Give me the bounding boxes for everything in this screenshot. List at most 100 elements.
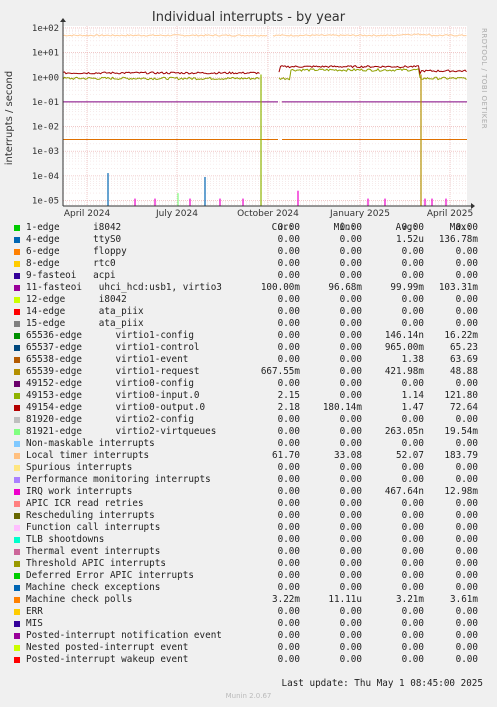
legend-label: Non-maskable interrupts — [26, 438, 155, 449]
legend-swatch — [14, 225, 20, 231]
legend-avg-value: 0.00 — [401, 534, 424, 545]
legend-swatch — [14, 297, 20, 303]
legend-min-value: 0.00 — [339, 222, 362, 233]
legend-label: ERR — [26, 606, 43, 617]
legend-min-value: 0.00 — [339, 234, 362, 245]
legend-cur-value: 0.00 — [277, 330, 300, 341]
legend-label: 65537-edge virtio1-control — [26, 342, 200, 353]
legend-swatch — [14, 321, 20, 327]
legend-min-value: 11.11u — [328, 594, 362, 605]
legend-cur-value: 0.00 — [277, 522, 300, 533]
legend-label: IRQ work interrupts — [26, 486, 133, 497]
legend-label: Nested posted-interrupt event — [26, 642, 189, 653]
x-tick-label: April 2025 — [427, 209, 473, 219]
legend-min-value: 0.00 — [339, 498, 362, 509]
legend-cur-value: 0.00 — [277, 570, 300, 581]
legend-min-value: 0.00 — [339, 342, 362, 353]
legend-min-value: 0.00 — [339, 318, 362, 329]
legend-swatch — [14, 309, 20, 315]
legend-min-value: 0.00 — [339, 378, 362, 389]
plot-area — [63, 26, 467, 206]
legend-avg-value: 0.00 — [401, 438, 424, 449]
legend-swatch — [14, 597, 20, 603]
legend-cur-value: 0.00 — [277, 294, 300, 305]
x-tick-label: July 2024 — [155, 209, 198, 219]
legend-label: 49152-edge virtio0-config — [26, 378, 194, 389]
legend-max-value: 65.23 — [450, 342, 478, 353]
legend-max-value: 3.61m — [450, 594, 478, 605]
legend-swatch — [14, 513, 20, 519]
legend-swatch — [14, 501, 20, 507]
legend-avg-value: 1.47 — [401, 402, 424, 413]
legend-swatch — [14, 333, 20, 339]
legend-label: 65538-edge virtio1-event — [26, 354, 189, 365]
legend-swatch — [14, 417, 20, 423]
legend-max-value: 0.00 — [455, 498, 478, 509]
legend-cur-value: 0.00 — [277, 606, 300, 617]
legend-max-value: 103.31m — [438, 282, 478, 293]
legend-avg-value: 0.00 — [401, 258, 424, 269]
legend-min-value: 0.00 — [339, 270, 362, 281]
legend-avg-value: 0.00 — [401, 414, 424, 425]
legend-cur-value: 61.70 — [272, 450, 300, 461]
legend-label: 49153-edge virtio0-input.0 — [26, 390, 200, 401]
legend-avg-value: 0.00 — [401, 306, 424, 317]
legend-avg-value: 0.00 — [401, 462, 424, 473]
legend-label: Rescheduling interrupts — [26, 510, 155, 521]
legend-label: Machine check exceptions — [26, 582, 161, 593]
legend-max-value: 72.64 — [450, 402, 478, 413]
legend-min-value: 0.00 — [339, 390, 362, 401]
legend-max-value: 136.78m — [438, 234, 478, 245]
legend-label: 14-edge ata_piix — [26, 306, 144, 317]
legend-min-value: 0.00 — [339, 462, 362, 473]
legend-label: 15-edge ata_piix — [26, 318, 144, 329]
legend-min-value: 0.00 — [339, 642, 362, 653]
legend-swatch — [14, 633, 20, 639]
legend-min-value: 0.00 — [339, 330, 362, 341]
legend-min-value: 0.00 — [339, 474, 362, 485]
legend-swatch — [14, 441, 20, 447]
legend-max-value: 0.00 — [455, 222, 478, 233]
y-tick-label: 1e-03 — [32, 147, 59, 157]
legend-cur-value: 0.00 — [277, 378, 300, 389]
legend-avg-value: 1.14 — [401, 390, 424, 401]
legend-swatch — [14, 285, 20, 291]
legend-cur-value: 0.00 — [277, 546, 300, 557]
legend-label: Posted-interrupt notification event — [26, 630, 222, 641]
y-tick-label: 1e+00 — [32, 73, 59, 83]
legend-min-value: 0.00 — [339, 558, 362, 569]
legend-label: Local timer interrupts — [26, 450, 150, 461]
legend-avg-value: 421.98m — [384, 366, 424, 377]
legend-min-value: 0.00 — [339, 414, 362, 425]
legend-label: 1-edge i8042 — [26, 222, 122, 233]
legend-swatch — [14, 621, 20, 627]
legend-cur-value: 0.00 — [277, 270, 300, 281]
legend-label: Performance monitoring interrupts — [26, 474, 211, 485]
legend-label: 65536-edge virtio1-config — [26, 330, 194, 341]
legend-max-value: 12.98m — [444, 486, 478, 497]
legend-swatch — [14, 573, 20, 579]
legend-cur-value: 0.00 — [277, 630, 300, 641]
legend-cur-value: 0.00 — [277, 558, 300, 569]
legend-swatch — [14, 249, 20, 255]
legend-avg-value: 1.52u — [396, 234, 424, 245]
legend-cur-value: 0.00 — [277, 342, 300, 353]
legend-cur-value: 0.00 — [277, 618, 300, 629]
legend-swatch — [14, 561, 20, 567]
legend-cur-value: 0.00 — [277, 246, 300, 257]
legend-avg-value: 52.07 — [396, 450, 424, 461]
legend-avg-value: 965.00m — [384, 342, 424, 353]
legend-swatch — [14, 537, 20, 543]
legend-cur-value: 0.00 — [277, 510, 300, 521]
legend-min-value: 0.00 — [339, 654, 362, 665]
legend-max-value: 0.00 — [455, 294, 478, 305]
legend-min-value: 0.00 — [339, 246, 362, 257]
legend-cur-value: 2.18 — [277, 402, 300, 413]
legend-cur-value: 0.00 — [277, 414, 300, 425]
legend-cur-value: 0.00 — [277, 462, 300, 473]
legend-avg-value: 0.00 — [401, 378, 424, 389]
legend-max-value: 0.00 — [455, 570, 478, 581]
legend-cur-value: 0.00 — [277, 306, 300, 317]
legend-max-value: 63.69 — [450, 354, 478, 365]
legend-cur-value: 0.00 — [277, 426, 300, 437]
